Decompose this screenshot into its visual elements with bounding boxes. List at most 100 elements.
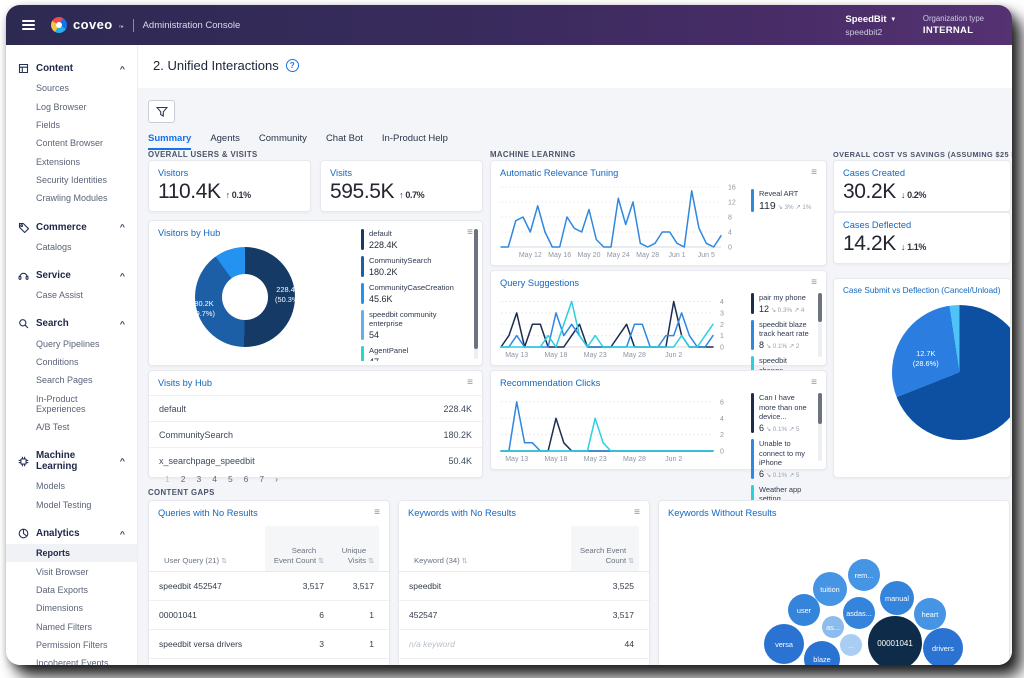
bubble-blaze[interactable]: blaze [804,641,840,665]
page-1[interactable]: 1 [165,474,170,484]
card-menu-icon[interactable]: ≡ [811,278,817,288]
sidebar-group-content[interactable]: Content ^ [6,58,137,79]
card-title-recommendation-clicks[interactable]: Recommendation Clicks [500,378,600,388]
legend-item-can-i-have-more-than-one-device[interactable]: Can I have more than one device... 6 ↘ 0.… [751,393,812,433]
kpi-title[interactable]: Visits [330,168,473,178]
page-next[interactable]: › [275,474,278,484]
sidebar-item-in-product-experiences[interactable]: In-Product Experiences [6,390,137,418]
sidebar-item-incoherent-events[interactable]: Incoherent Events [6,654,137,665]
hub-name[interactable]: x_searchpage_speedbit [159,456,255,466]
column-header-search-event-count[interactable]: Search Event Count ⇅ [265,526,329,571]
help-icon[interactable]: ? [285,59,299,72]
kpi-title[interactable]: Cases Deflected [843,220,1001,230]
bubble-item[interactable]: ... [840,634,862,656]
card-title-query-suggestions[interactable]: Query Suggestions [500,278,579,288]
legend-item-reveal-art[interactable]: Reveal ART 119 ↘ 3% ↗ 1% [751,189,812,212]
hub-name[interactable]: default [159,404,186,414]
hub-name[interactable]: CommunitySearch [159,430,233,440]
filter-button[interactable] [148,100,175,123]
column-header-unique-visits[interactable]: Unique Visits ⇅ [329,526,379,571]
sidebar-item-content-browser[interactable]: Content Browser [6,134,137,152]
bubble-tuition[interactable]: tuition [813,572,847,606]
column-header-search-event-count[interactable]: Search Event Count ⇅ [571,526,639,571]
sidebar-item-query-pipelines[interactable]: Query Pipelines [6,334,137,352]
page-2[interactable]: 2 [181,474,186,484]
sidebar-item-log-browser[interactable]: Log Browser [6,97,137,115]
legend-item-speedbit-blaze-track-heart-rate[interactable]: speedbit blaze track heart rate 8 ↘ 0.1% … [751,319,812,350]
sidebar-item-data-exports[interactable]: Data Exports [6,581,137,599]
sidebar-item-permission-filters[interactable]: Permission Filters [6,636,137,654]
sort-icon[interactable]: ⇅ [221,557,227,566]
card-title-queries-no-results[interactable]: Queries with No Results [158,508,258,518]
page-4[interactable]: 4 [212,474,217,484]
bubble-drivers[interactable]: drivers [923,628,963,665]
page-7[interactable]: 7 [259,474,264,484]
page-5[interactable]: 5 [228,474,233,484]
bubble-user[interactable]: user [788,594,820,626]
bubble-asdas[interactable]: asdas... [843,597,875,629]
bubble-rem[interactable]: rem... [848,559,880,591]
sidebar-item-dimensions[interactable]: Dimensions [6,599,137,617]
sidebar-group-machine-learning[interactable]: Machine Learning ^ [6,445,137,477]
card-menu-icon[interactable]: ≡ [811,168,817,178]
legend-scrollbar[interactable] [474,229,478,359]
card-menu-icon[interactable]: ≡ [467,378,473,388]
card-title-case-submit[interactable]: Case Submit vs Deflection (Cancel/Unload… [843,286,1000,295]
sidebar-item-sources[interactable]: Sources [6,79,137,97]
card-menu-icon[interactable]: ≡ [467,228,473,238]
hamburger-menu-icon[interactable] [22,20,35,30]
sidebar-item-conditions[interactable]: Conditions [6,353,137,371]
sidebar-item-security-identities[interactable]: Security Identities [6,171,137,189]
sidebar-item-case-assist[interactable]: Case Assist [6,286,137,304]
legend-item-default[interactable]: default 228.4K [361,229,468,250]
sidebar-item-catalogs[interactable]: Catalogs [6,238,137,256]
legend-item-pair-my-phone[interactable]: pair my phone 12 ↘ 0.3% ↗ 4 [751,293,812,314]
legend-scrollbar[interactable] [818,293,822,357]
org-picker[interactable]: SpeedBit ▾ speedbit2 [845,14,894,37]
legend-item-communitycasecreation[interactable]: CommunityCaseCreation 45.6K [361,282,468,304]
sidebar-item-named-filters[interactable]: Named Filters [6,618,137,636]
sidebar-item-models[interactable]: Models [6,477,137,495]
sidebar-item-reports[interactable]: Reports [6,544,137,563]
tab-community[interactable]: Community [259,133,307,150]
page-6[interactable]: 6 [244,474,249,484]
chevron-up-icon[interactable]: ^ [120,65,125,73]
bubble-00001041[interactable]: 00001041 [868,616,922,665]
sidebar-group-commerce[interactable]: Commerce ^ [6,217,137,238]
sort-icon[interactable]: ⇅ [318,557,324,566]
card-title-keywords-no-results[interactable]: Keywords with No Results [408,508,516,518]
card-menu-icon[interactable]: ≡ [811,378,817,388]
column-header-keyword-34[interactable]: Keyword (34) ⇅ [409,526,571,571]
kpi-title[interactable]: Cases Created [843,168,1001,178]
tab-in-product-help[interactable]: In-Product Help [382,133,448,150]
chevron-up-icon[interactable]: ^ [120,457,125,465]
page-3[interactable]: 3 [196,474,201,484]
sidebar-group-analytics[interactable]: Analytics ^ [6,523,137,544]
chevron-up-icon[interactable]: ^ [120,530,125,538]
chevron-up-icon[interactable]: ^ [120,272,125,280]
legend-item-speedbit-community-enterprise[interactable]: speedbit community enterprise 54 [361,309,468,341]
sidebar-item-extensions[interactable]: Extensions [6,153,137,171]
card-title-art[interactable]: Automatic Relevance Tuning [500,168,618,178]
chevron-down-icon[interactable]: ▾ [892,15,895,23]
column-header-user-query-21[interactable]: User Query (21) ⇅ [159,526,265,571]
sort-icon[interactable]: ⇅ [368,557,374,566]
tab-summary[interactable]: Summary [148,133,192,150]
kpi-title[interactable]: Visitors [158,168,301,178]
bubble-as[interactable]: as... [822,616,844,638]
sort-icon[interactable]: ⇅ [628,557,634,566]
sidebar-item-visit-browser[interactable]: Visit Browser [6,562,137,580]
bubble-heart[interactable]: heart [914,598,946,630]
chevron-up-icon[interactable]: ^ [120,223,125,231]
card-title-visits-by-hub[interactable]: Visits by Hub [158,378,212,388]
sidebar-item-model-testing[interactable]: Model Testing [6,496,137,514]
card-menu-icon[interactable]: ≡ [374,508,380,518]
sidebar-item-crawling-modules[interactable]: Crawling Modules [6,189,137,207]
bubble-versa[interactable]: versa [764,624,804,664]
legend-scrollbar[interactable] [818,393,822,461]
bubble-manual[interactable]: manual [880,581,914,615]
sidebar-group-search[interactable]: Search ^ [6,313,137,334]
sidebar-group-service[interactable]: Service ^ [6,265,137,286]
legend-item-unable-to-connect-to-my-iphone[interactable]: Unable to connect to my iPhone 6 ↘ 0.1% ↗… [751,438,812,479]
sidebar-item-search-pages[interactable]: Search Pages [6,371,137,389]
